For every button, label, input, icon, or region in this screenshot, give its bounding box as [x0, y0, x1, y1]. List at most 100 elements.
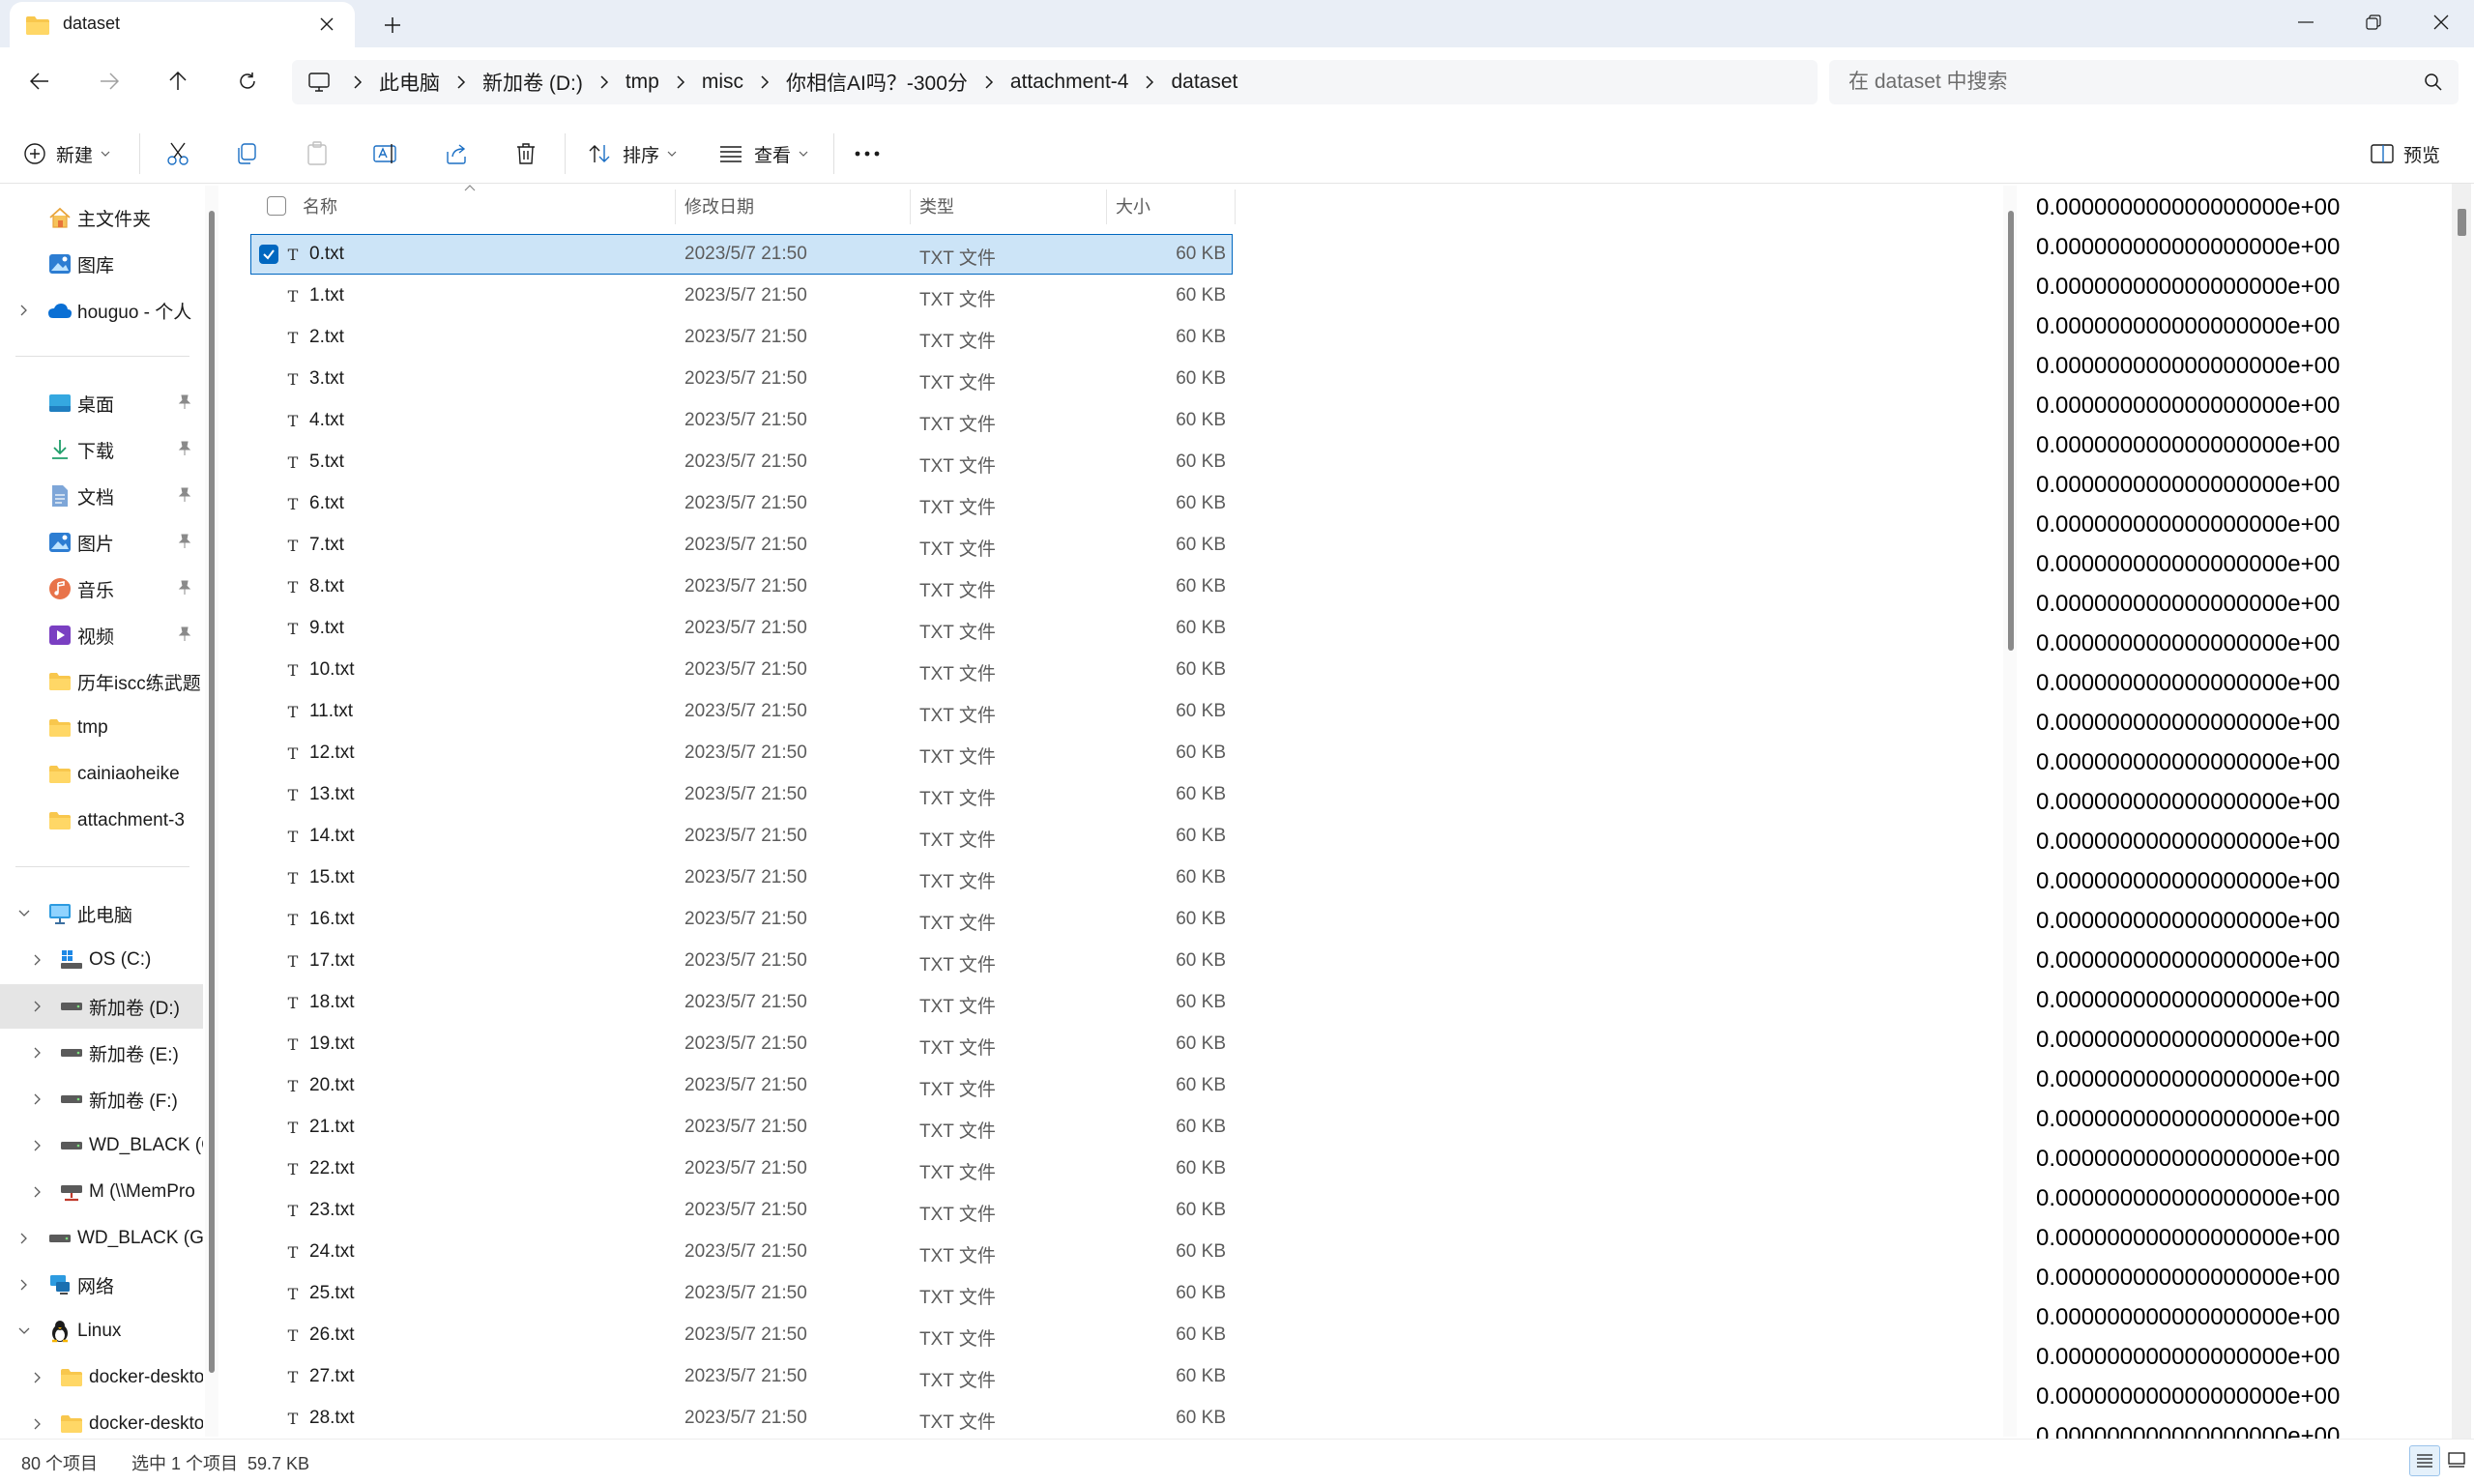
row-checkbox[interactable]	[259, 452, 278, 472]
chevron-right-icon[interactable]	[15, 1230, 33, 1247]
file-row[interactable]: T 24.txt 2023/5/7 21:50 TXT 文件 60 KB	[251, 1233, 1232, 1271]
sidebar-item-drive-e[interactable]: 新加卷 (E:)	[0, 1031, 203, 1075]
share-button[interactable]	[440, 134, 473, 173]
file-row[interactable]: T 26.txt 2023/5/7 21:50 TXT 文件 60 KB	[251, 1316, 1232, 1354]
row-checkbox[interactable]	[259, 1409, 278, 1428]
sidebar-item-linux[interactable]: Linux	[0, 1309, 203, 1353]
file-row-selected[interactable]: T 0.txt 2023/5/7 21:50 TXT 文件 60 KB	[250, 234, 1233, 275]
sidebar-item-docker-desktop-1[interactable]: docker-deskto	[0, 1355, 203, 1400]
sidebar-item-documents[interactable]: 文档	[0, 474, 203, 518]
row-checkbox[interactable]	[259, 951, 278, 971]
row-checkbox[interactable]	[259, 827, 278, 846]
file-row[interactable]: T 25.txt 2023/5/7 21:50 TXT 文件 60 KB	[251, 1274, 1232, 1313]
column-divider[interactable]	[1235, 189, 1236, 224]
row-checkbox[interactable]	[259, 328, 278, 347]
sidebar-item-music[interactable]: 音乐	[0, 567, 203, 611]
file-row[interactable]: T 1.txt 2023/5/7 21:50 TXT 文件 60 KB	[251, 276, 1232, 315]
file-row[interactable]: T 18.txt 2023/5/7 21:50 TXT 文件 60 KB	[251, 983, 1232, 1022]
file-row[interactable]: T 6.txt 2023/5/7 21:50 TXT 文件 60 KB	[251, 484, 1232, 523]
file-row[interactable]: T 4.txt 2023/5/7 21:50 TXT 文件 60 KB	[251, 401, 1232, 440]
new-tab-plus-icon[interactable]	[379, 12, 406, 39]
sidebar-item-onedrive[interactable]: houguo - 个人	[0, 288, 203, 333]
restore-icon[interactable]	[2340, 0, 2407, 44]
file-row[interactable]: T 12.txt 2023/5/7 21:50 TXT 文件 60 KB	[251, 734, 1232, 772]
column-divider[interactable]	[1106, 189, 1107, 224]
breadcrumb-dataset[interactable]: dataset	[1167, 71, 1241, 94]
sidebar-item-desktop[interactable]: 桌面	[0, 381, 203, 425]
pin-icon[interactable]	[178, 626, 191, 642]
paste-button[interactable]	[301, 134, 334, 173]
view-button[interactable]: 查看	[717, 134, 808, 173]
chevron-right-icon[interactable]	[444, 75, 479, 89]
row-checkbox[interactable]	[259, 286, 278, 306]
chevron-right-icon[interactable]	[29, 1369, 46, 1386]
row-checkbox[interactable]	[259, 577, 278, 597]
sidebar-item-wd-black-g[interactable]: WD_BLACK (G:)	[0, 1216, 203, 1261]
row-checkbox[interactable]	[259, 1201, 278, 1220]
sidebar-item-folder-cainiaoheike[interactable]: cainiaoheike	[0, 752, 203, 797]
search-box[interactable]	[1829, 60, 2459, 104]
row-checkbox[interactable]	[259, 1118, 278, 1137]
chevron-right-icon[interactable]	[1132, 75, 1167, 89]
row-checkbox[interactable]	[259, 702, 278, 721]
file-row[interactable]: T 16.txt 2023/5/7 21:50 TXT 文件 60 KB	[251, 900, 1232, 939]
file-row[interactable]: T 7.txt 2023/5/7 21:50 TXT 文件 60 KB	[251, 526, 1232, 565]
chevron-right-icon[interactable]	[29, 1183, 46, 1201]
pin-icon[interactable]	[178, 580, 191, 596]
chevron-right-icon[interactable]	[747, 75, 782, 89]
row-checkbox[interactable]	[259, 369, 278, 389]
column-header-size[interactable]: 大小	[1116, 193, 1150, 218]
cut-button[interactable]	[161, 134, 194, 173]
row-checkbox[interactable]	[259, 494, 278, 513]
row-checkbox[interactable]	[259, 619, 278, 638]
row-checkbox[interactable]	[259, 1242, 278, 1262]
row-checkbox[interactable]	[259, 411, 278, 430]
breadcrumb-misc[interactable]: misc	[698, 71, 747, 94]
tab-dataset[interactable]	[10, 2, 355, 47]
pin-icon[interactable]	[178, 487, 191, 503]
sidebar-item-network-drive-m[interactable]: M (\\MemPro	[0, 1170, 203, 1214]
preview-scrollbar-thumb[interactable]	[2458, 209, 2466, 236]
file-row[interactable]: T 19.txt 2023/5/7 21:50 TXT 文件 60 KB	[251, 1025, 1232, 1063]
column-header-type[interactable]: 类型	[919, 193, 954, 218]
row-checkbox[interactable]	[259, 910, 278, 929]
up-arrow-icon[interactable]	[156, 59, 200, 103]
chevron-right-icon[interactable]	[29, 1415, 46, 1433]
file-row[interactable]: T 28.txt 2023/5/7 21:50 TXT 文件 60 KB	[251, 1399, 1232, 1438]
row-checkbox[interactable]	[259, 993, 278, 1012]
column-header-date[interactable]: 修改日期	[684, 193, 754, 218]
sidebar-item-videos[interactable]: 视频	[0, 613, 203, 657]
file-row[interactable]: T 9.txt 2023/5/7 21:50 TXT 文件 60 KB	[251, 609, 1232, 648]
sidebar-item-folder-attachment-3[interactable]: attachment-3	[0, 799, 203, 843]
refresh-icon[interactable]	[225, 59, 270, 103]
copy-button[interactable]	[230, 134, 263, 173]
sort-button[interactable]: 排序	[586, 134, 677, 173]
chevron-down-icon[interactable]	[15, 1323, 33, 1340]
row-checkbox[interactable]	[259, 785, 278, 804]
sidebar-item-docker-desktop-2[interactable]: docker-deskto	[0, 1402, 203, 1439]
file-row[interactable]: T 5.txt 2023/5/7 21:50 TXT 文件 60 KB	[251, 443, 1232, 481]
file-row[interactable]: T 27.txt 2023/5/7 21:50 TXT 文件 60 KB	[251, 1357, 1232, 1396]
row-checkbox[interactable]	[259, 1367, 278, 1386]
file-row[interactable]: T 20.txt 2023/5/7 21:50 TXT 文件 60 KB	[251, 1066, 1232, 1105]
chevron-right-icon[interactable]	[15, 302, 33, 319]
column-divider[interactable]	[910, 189, 911, 224]
sidebar-item-home[interactable]: 主文件夹	[0, 195, 203, 240]
large-icons-view-icon[interactable]	[2442, 1445, 2471, 1474]
sidebar-item-folder-iscc[interactable]: 历年iscc练武题r	[0, 659, 203, 704]
sidebar-item-gallery[interactable]: 图库	[0, 242, 203, 286]
file-row[interactable]: T 23.txt 2023/5/7 21:50 TXT 文件 60 KB	[251, 1191, 1232, 1230]
row-checkbox[interactable]	[259, 1034, 278, 1054]
sidebar-scrollbar-thumb[interactable]	[209, 211, 215, 1373]
file-row[interactable]: T 10.txt 2023/5/7 21:50 TXT 文件 60 KB	[251, 651, 1232, 689]
sidebar-item-drive-wd-black[interactable]: WD_BLACK (G	[0, 1123, 203, 1168]
delete-button[interactable]	[509, 134, 542, 173]
chevron-right-icon[interactable]	[29, 1044, 46, 1062]
file-row[interactable]: T 22.txt 2023/5/7 21:50 TXT 文件 60 KB	[251, 1149, 1232, 1188]
file-row[interactable]: T 21.txt 2023/5/7 21:50 TXT 文件 60 KB	[251, 1108, 1232, 1147]
chevron-down-icon[interactable]	[15, 905, 33, 922]
forward-arrow-icon[interactable]	[87, 59, 131, 103]
file-row[interactable]: T 11.txt 2023/5/7 21:50 TXT 文件 60 KB	[251, 692, 1232, 731]
minimize-icon[interactable]	[2272, 0, 2340, 44]
row-checkbox[interactable]	[259, 743, 278, 763]
